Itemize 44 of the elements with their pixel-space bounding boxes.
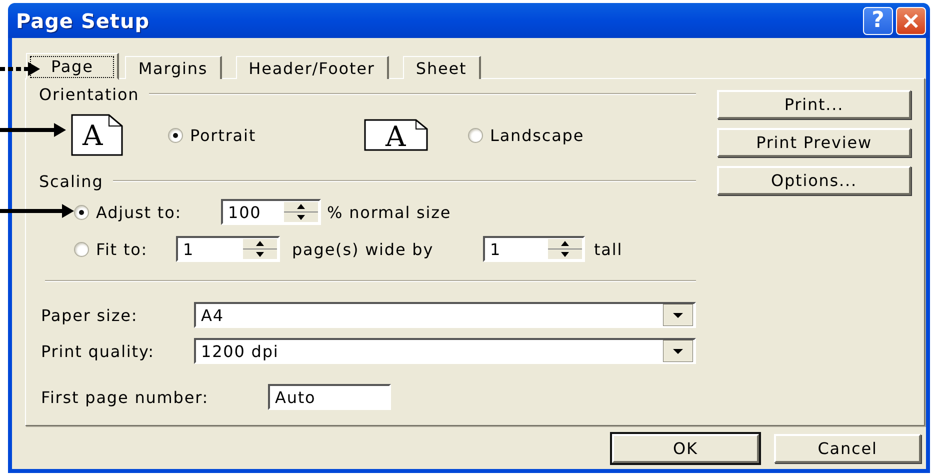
spin-arrows-icon[interactable] [284,202,318,222]
spinner-field[interactable]: 1 [176,236,280,262]
radio-button[interactable] [468,128,484,142]
action-button[interactable]: Print... [717,90,911,119]
close-button[interactable] [896,6,926,34]
dropdown-arrow-icon[interactable] [663,340,693,362]
pointer-arrow [0,123,66,137]
page-icon: A [71,114,123,156]
action-button[interactable]: Print Preview [717,128,911,157]
field-label: Paper size: [41,306,139,324]
group-label: Orientation [39,84,140,104]
spin-arrows-icon[interactable] [243,239,277,259]
field-label: page(s) wide by [292,240,435,258]
radio-button[interactable] [74,204,89,220]
radio-label: Landscape [490,126,584,144]
page-icon: A [364,119,428,151]
field-label: tall [594,240,623,258]
spinner-field[interactable]: 100 [221,199,321,225]
dropdown-field[interactable]: A4 [194,302,696,328]
action-button[interactable]: Options... [717,166,911,195]
help-button[interactable]: ? [863,6,893,34]
window-title: Page Setup [16,8,150,32]
tab[interactable]: Header/Footer [236,56,389,79]
dropdown-arrow-icon[interactable] [663,304,693,326]
field-label: First page number: [41,388,210,406]
pointer-arrow [0,62,40,76]
group-label: Scaling [39,172,104,190]
dropdown-field[interactable]: 1200 dpi [194,338,696,364]
radio-label: Fit to: [96,240,149,258]
tab[interactable]: Sheet [402,56,481,79]
tab[interactable]: Page [26,53,120,80]
input-field[interactable]: Auto [268,384,391,410]
dialog-button[interactable]: OK [612,434,759,463]
radio-button[interactable] [74,242,89,256]
radio-label: Adjust to: [96,202,183,222]
dialog-button[interactable]: Cancel [774,434,921,463]
close-icon [903,12,919,28]
field-label: % normal size [327,202,452,222]
spin-arrows-icon[interactable] [548,239,582,259]
radio-button[interactable] [168,128,183,142]
radio-label: Portrait [190,126,256,144]
field-label: Print quality: [41,342,156,360]
tab[interactable]: Margins [125,56,222,79]
spinner-field[interactable]: 1 [483,236,585,262]
